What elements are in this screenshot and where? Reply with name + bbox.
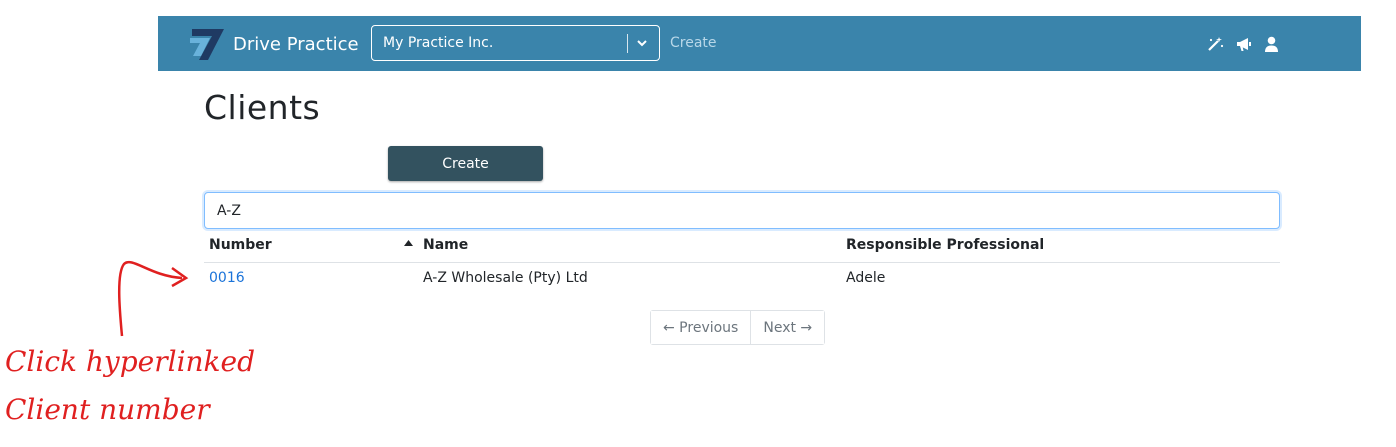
sort-ascending-icon[interactable] — [404, 240, 413, 246]
nav-create-link[interactable]: Create — [670, 35, 717, 51]
annotation-arrow-icon — [117, 261, 189, 337]
column-header-responsible[interactable]: Responsible Professional — [846, 237, 1044, 253]
annotation-line-1: Click hyperlinked — [5, 345, 256, 378]
client-number-link[interactable]: 0016 — [209, 270, 245, 286]
responsible-professional: Adele — [846, 270, 886, 286]
table-row: 0016 A-Z Wholesale (Pty) Ltd Adele — [204, 263, 1280, 295]
search-input[interactable] — [204, 192, 1280, 229]
column-header-number[interactable]: Number — [209, 237, 272, 253]
top-navbar: Drive Practice My Practice Inc. Create — [158, 16, 1361, 71]
pagination: ← Previous Next → — [650, 310, 826, 345]
select-divider — [627, 34, 628, 53]
next-page-button[interactable]: Next → — [750, 311, 825, 344]
user-icon[interactable] — [1263, 36, 1280, 52]
brand-name: Drive Practice — [233, 33, 359, 55]
magic-wand-icon[interactable] — [1207, 36, 1224, 52]
brand[interactable]: Drive Practice — [188, 26, 359, 62]
chevron-down-icon[interactable] — [635, 36, 649, 50]
page-title: Clients — [204, 88, 321, 127]
nav-icons — [1207, 36, 1280, 52]
client-name: A-Z Wholesale (Pty) Ltd — [423, 270, 588, 286]
column-header-name[interactable]: Name — [423, 237, 468, 253]
drive-practice-logo-icon — [190, 29, 224, 60]
megaphone-icon[interactable] — [1235, 36, 1252, 52]
previous-page-button[interactable]: ← Previous — [651, 311, 751, 344]
create-client-button[interactable]: Create — [388, 146, 543, 181]
practice-select[interactable]: My Practice Inc. — [371, 25, 660, 61]
annotation-line-2: Client number — [5, 393, 210, 426]
practice-select-value: My Practice Inc. — [383, 35, 494, 51]
table-header: Number Name Responsible Professional — [204, 236, 1280, 263]
